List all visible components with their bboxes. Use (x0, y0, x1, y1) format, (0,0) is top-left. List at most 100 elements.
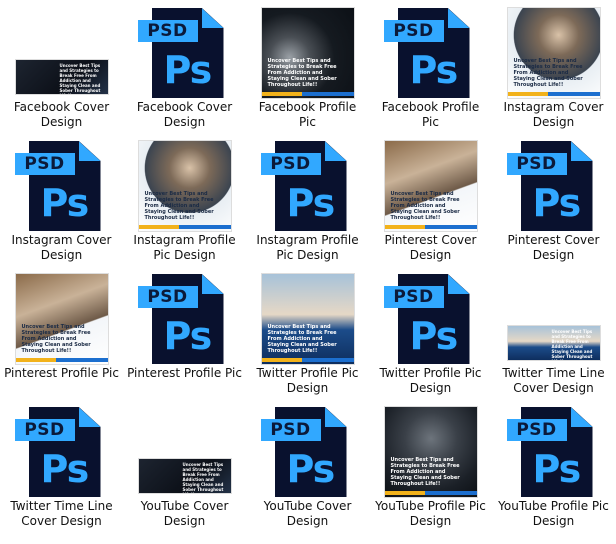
accent-stripe (384, 225, 425, 229)
image-thumbnail: Uncover Best Tips and Strategies to Brea… (15, 274, 108, 364)
file-item[interactable]: Uncover Best Tips and Strategies to Brea… (0, 266, 123, 399)
image-thumbnail: Uncover Best Tips and Strategies to Brea… (261, 8, 354, 98)
thumbnail-caption: Uncover Best Tips and Strategies to Brea… (513, 58, 583, 88)
accent-stripe (547, 92, 600, 96)
thumbnail-caption: Uncover Best Tips and Strategies to Brea… (267, 324, 337, 354)
file-name-label: Facebook Profile Pic (381, 100, 480, 129)
file-thumbnail-area: PSD Ps (369, 266, 492, 364)
file-item[interactable]: PSD Ps YouTube Profile Pic Design (492, 399, 615, 532)
file-item[interactable]: Uncover Best Tips and Strategies to Brea… (123, 133, 246, 266)
ps-glyph: Ps (163, 314, 213, 358)
file-item[interactable]: PSD Ps Twitter Time Line Cover Design (0, 399, 123, 532)
accent-stripe (507, 92, 548, 96)
psd-file-icon: PSD Ps (383, 8, 478, 98)
file-name-label: Twitter Profile Pic Design (379, 366, 482, 395)
file-item[interactable]: PSD Ps Facebook Cover Design (123, 0, 246, 133)
file-name-label: Twitter Profile Pic Design (256, 366, 359, 395)
file-item[interactable]: PSD Ps Instagram Profile Pic Design (246, 133, 369, 266)
psd-banner: PSD (14, 419, 75, 441)
file-thumbnail-area: PSD Ps (492, 133, 615, 231)
file-thumbnail-area: PSD Ps (246, 399, 369, 497)
file-item[interactable]: PSD Ps Pinterest Cover Design (492, 133, 615, 266)
file-name-label: Instagram Cover Design (503, 100, 604, 129)
file-item[interactable]: Uncover Best Tips and Strategies to Brea… (492, 0, 615, 133)
ps-glyph: Ps (40, 181, 90, 225)
ps-glyph: Ps (532, 181, 582, 225)
file-thumbnail-area: PSD Ps (0, 399, 123, 497)
psd-banner: PSD (137, 286, 198, 308)
image-thumbnail: Uncover Best Tips and Strategies to Brea… (138, 459, 231, 493)
accent-stripe (138, 225, 179, 229)
psd-banner: PSD (383, 286, 444, 308)
file-thumbnail-area: Uncover Best Tips and Strategies to Brea… (246, 0, 369, 98)
ps-glyph: Ps (286, 447, 336, 491)
file-name-label: Instagram Profile Pic Design (256, 233, 359, 262)
image-thumbnail: Uncover Best Tips and Strategies to Brea… (138, 141, 231, 231)
file-thumbnail-area: PSD Ps (492, 399, 615, 497)
psd-banner: PSD (14, 153, 75, 175)
psd-file-icon: PSD Ps (506, 407, 601, 497)
psd-banner: PSD (506, 419, 567, 441)
image-thumbnail: Uncover Best Tips and Strategies to Brea… (507, 326, 600, 360)
thumbnail-caption: Uncover Best Tips and Strategies to Brea… (267, 58, 337, 88)
ps-glyph: Ps (409, 48, 459, 92)
psd-file-icon: PSD Ps (14, 141, 109, 231)
thumbnail-caption: Uncover Best Tips and Strategies to Brea… (390, 191, 460, 221)
image-thumbnail: Uncover Best Tips and Strategies to Brea… (507, 8, 600, 98)
file-item[interactable]: Uncover Best Tips and Strategies to Brea… (246, 0, 369, 133)
accent-stripe (55, 358, 108, 362)
file-thumbnail-area: Uncover Best Tips and Strategies to Brea… (123, 399, 246, 497)
image-thumbnail: Uncover Best Tips and Strategies to Brea… (261, 274, 354, 364)
psd-file-icon: PSD Ps (260, 407, 355, 497)
accent-stripe (301, 92, 354, 96)
file-item[interactable]: PSD Ps Pinterest Profile Pic (123, 266, 246, 399)
file-item[interactable]: PSD Ps YouTube Cover Design (246, 399, 369, 532)
psd-banner: PSD (260, 419, 321, 441)
file-name-label: Facebook Profile Pic (258, 100, 357, 129)
psd-file-icon: PSD Ps (137, 8, 232, 98)
file-thumbnail-area: PSD Ps (246, 133, 369, 231)
file-name-label: Instagram Cover Design (11, 233, 112, 262)
thumbnail-caption: Uncover Best Tips and Strategies to Brea… (551, 329, 593, 360)
file-grid: Uncover Best Tips and Strategies to Brea… (0, 0, 616, 532)
psd-banner: PSD (383, 20, 444, 42)
file-name-label: Facebook Cover Design (136, 100, 233, 129)
file-thumbnail-area: Uncover Best Tips and Strategies to Brea… (492, 266, 615, 364)
file-item[interactable]: Uncover Best Tips and Strategies to Brea… (246, 266, 369, 399)
accent-stripe (384, 491, 425, 495)
thumbnail-caption: Uncover Best Tips and Strategies to Brea… (21, 324, 91, 354)
file-name-label: YouTube Profile Pic Design (498, 499, 609, 528)
file-name-label: YouTube Cover Design (263, 499, 352, 528)
file-thumbnail-area: PSD Ps (123, 0, 246, 98)
thumbnail-caption: Uncover Best Tips and Strategies to Brea… (390, 457, 460, 487)
accent-stripe (424, 491, 477, 495)
file-item[interactable]: Uncover Best Tips and Strategies to Brea… (123, 399, 246, 532)
psd-file-icon: PSD Ps (506, 141, 601, 231)
thumbnail-caption: Uncover Best Tips and Strategies to Brea… (144, 191, 214, 221)
file-item[interactable]: PSD Ps Instagram Cover Design (0, 133, 123, 266)
file-item[interactable]: Uncover Best Tips and Strategies to Brea… (369, 399, 492, 532)
file-item[interactable]: PSD Ps Twitter Profile Pic Design (369, 266, 492, 399)
file-name-label: Twitter Time Line Cover Design (10, 499, 113, 528)
accent-stripe (178, 225, 231, 229)
ps-glyph: Ps (409, 314, 459, 358)
file-name-label: YouTube Profile Pic Design (375, 499, 486, 528)
file-item[interactable]: Uncover Best Tips and Strategies to Brea… (492, 266, 615, 399)
file-name-label: Twitter Time Line Cover Design (502, 366, 605, 395)
image-thumbnail: Uncover Best Tips and Strategies to Brea… (15, 60, 108, 94)
file-item[interactable]: Uncover Best Tips and Strategies to Brea… (369, 133, 492, 266)
file-name-label: Instagram Profile Pic Design (133, 233, 236, 262)
ps-glyph: Ps (532, 447, 582, 491)
ps-glyph: Ps (286, 181, 336, 225)
file-name-label: Pinterest Cover Design (384, 233, 477, 262)
file-thumbnail-area: Uncover Best Tips and Strategies to Brea… (492, 0, 615, 98)
file-name-label: Facebook Cover Design (13, 100, 110, 129)
image-thumbnail: Uncover Best Tips and Strategies to Brea… (384, 407, 477, 497)
file-item[interactable]: PSD Ps Facebook Profile Pic (369, 0, 492, 133)
file-item[interactable]: Uncover Best Tips and Strategies to Brea… (0, 0, 123, 133)
file-thumbnail-area: PSD Ps (123, 266, 246, 364)
image-thumbnail: Uncover Best Tips and Strategies to Brea… (384, 141, 477, 231)
psd-file-icon: PSD Ps (260, 141, 355, 231)
file-thumbnail-area: Uncover Best Tips and Strategies to Brea… (0, 266, 123, 364)
thumbnail-caption: Uncover Best Tips and Strategies to Brea… (182, 462, 224, 493)
